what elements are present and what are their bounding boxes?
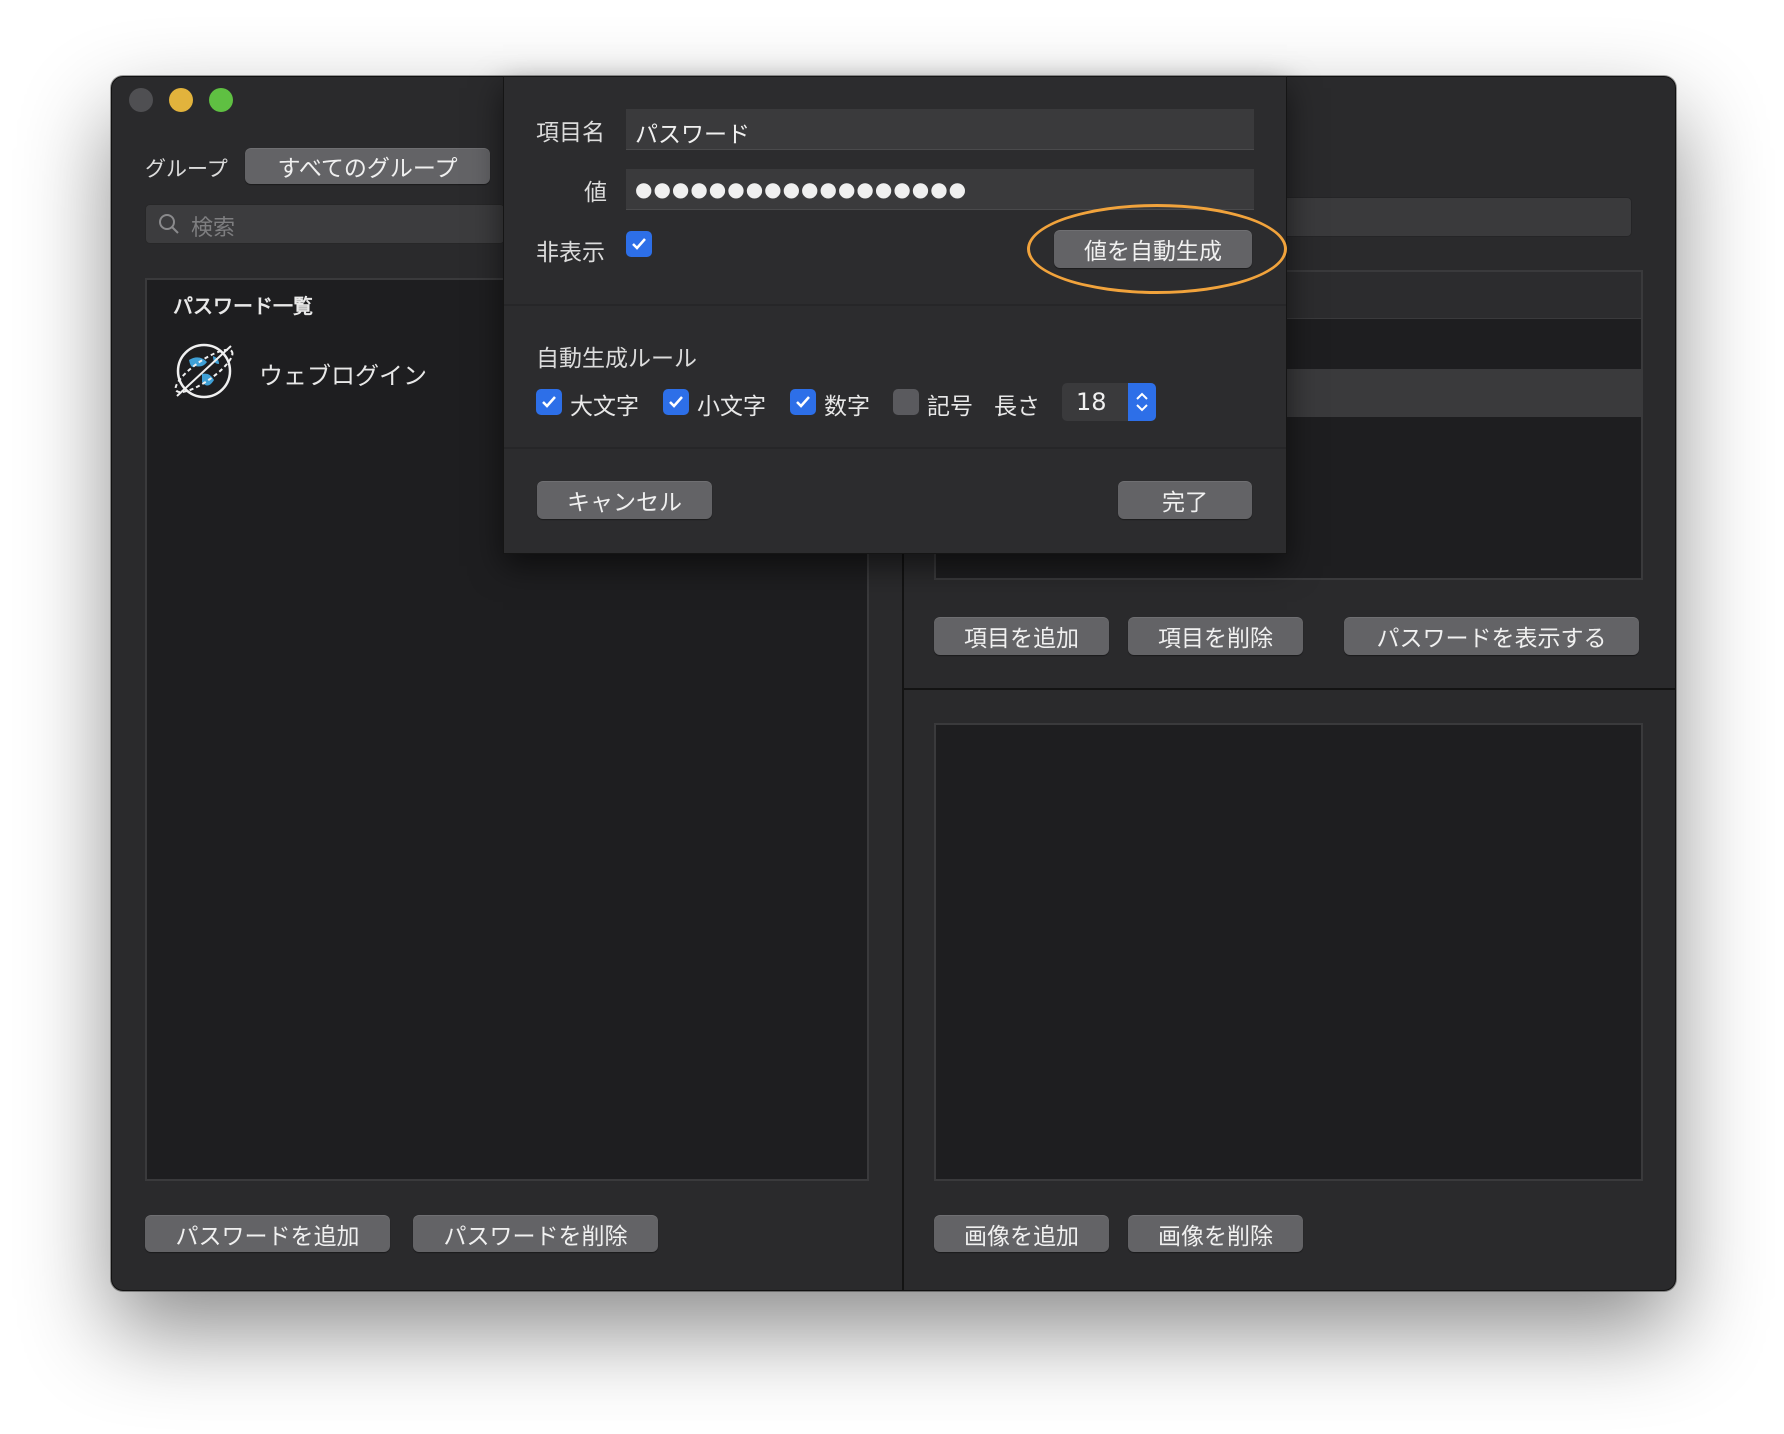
rules-title: 自動生成ルール xyxy=(536,346,697,372)
lowercase-checkbox[interactable] xyxy=(663,389,689,415)
globe-icon xyxy=(174,343,234,399)
value-label: 値 xyxy=(584,180,607,206)
list-header: パスワード一覧 xyxy=(173,294,313,318)
delete-image-button[interactable]: 画像を削除 xyxy=(1128,1215,1303,1252)
dialog-separator xyxy=(504,304,1286,306)
highlight-ellipse xyxy=(1027,204,1287,294)
hidden-checkbox[interactable] xyxy=(626,231,652,257)
uppercase-label: 大文字 xyxy=(570,394,639,420)
checkmark-icon xyxy=(669,396,683,408)
zoom-window-button[interactable] xyxy=(209,88,233,112)
close-window-button[interactable] xyxy=(129,88,153,112)
detail-divider xyxy=(904,688,1675,690)
add-password-button[interactable]: パスワードを追加 xyxy=(145,1215,390,1252)
group-label: グループ xyxy=(145,157,228,181)
value-masked: ●●●●●●●●●●●●●●●●●● xyxy=(635,177,968,201)
search-field[interactable]: 検索 xyxy=(145,204,505,244)
done-button[interactable]: 完了 xyxy=(1118,481,1252,519)
item-name-field[interactable]: パスワード xyxy=(626,109,1254,150)
dialog-separator xyxy=(504,447,1286,449)
checkmark-icon xyxy=(796,396,810,408)
length-value: 18 xyxy=(1076,388,1107,416)
checkmark-icon xyxy=(632,238,646,250)
symbols-label: 記号 xyxy=(927,394,973,420)
chevron-updown-icon xyxy=(1136,392,1148,412)
minimize-window-button[interactable] xyxy=(169,88,193,112)
lowercase-label: 小文字 xyxy=(697,394,766,420)
delete-item-button[interactable]: 項目を削除 xyxy=(1128,617,1303,655)
item-name-value: パスワード xyxy=(635,122,750,148)
length-stepper[interactable]: 18 xyxy=(1062,383,1156,421)
digits-label: 数字 xyxy=(824,394,870,420)
symbols-checkbox[interactable] xyxy=(893,389,919,415)
checkmark-icon xyxy=(542,396,556,408)
stepper-arrows[interactable] xyxy=(1128,383,1156,421)
search-icon xyxy=(159,214,179,234)
length-label: 長さ xyxy=(994,394,1040,420)
digits-checkbox[interactable] xyxy=(790,389,816,415)
uppercase-checkbox[interactable] xyxy=(536,389,562,415)
hidden-label: 非表示 xyxy=(536,240,605,266)
list-item-label: ウェブログイン xyxy=(259,362,427,390)
group-selector[interactable]: すべてのグループ xyxy=(245,148,490,184)
edit-item-dialog: 項目名 パスワード 値 ●●●●●●●●●●●●●●●●●● 非表示 値を自動生… xyxy=(503,76,1287,554)
cancel-button[interactable]: キャンセル xyxy=(537,481,712,519)
add-image-button[interactable]: 画像を追加 xyxy=(934,1215,1109,1252)
delete-password-button[interactable]: パスワードを削除 xyxy=(413,1215,658,1252)
add-item-button[interactable]: 項目を追加 xyxy=(934,617,1109,655)
image-area[interactable] xyxy=(934,723,1643,1181)
search-placeholder: 検索 xyxy=(191,216,236,241)
show-password-button[interactable]: パスワードを表示する xyxy=(1344,617,1639,655)
item-name-label: 項目名 xyxy=(536,120,605,146)
